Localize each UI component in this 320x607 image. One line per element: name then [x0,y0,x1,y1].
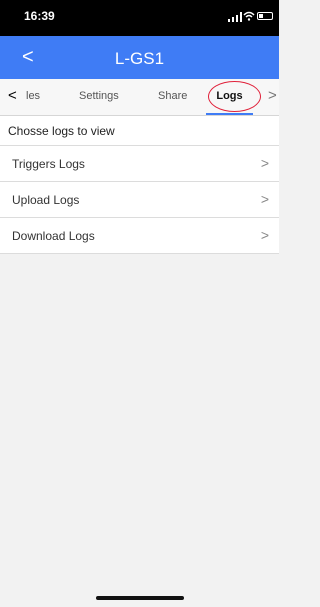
tab-active-indicator [206,113,253,115]
list-item-download-logs[interactable]: Download Logs > [0,218,279,254]
section-header: Chosse logs to view [0,116,279,146]
list-item-label: Triggers Logs [12,157,85,171]
page-title: L-GS1 [114,49,165,68]
chevron-right-icon: > [260,155,269,171]
nav-bar: < L-GS1 [0,36,279,79]
status-time: 16:39 [24,9,55,23]
status-bar: 16:39 [0,0,279,36]
home-indicator[interactable] [96,596,184,600]
tabs-scroll-left-icon[interactable]: < [8,87,17,104]
list-item-label: Download Logs [12,229,95,243]
list-item-triggers-logs[interactable]: Triggers Logs > [0,146,279,182]
signal-icon [228,12,242,22]
list-item-label: Upload Logs [12,193,80,207]
section-header-label: Chosse logs to view [8,124,115,138]
tab-truncated[interactable]: les [26,90,40,102]
wifi-icon [243,11,255,21]
list-item-upload-logs[interactable]: Upload Logs > [0,182,279,218]
tab-settings[interactable]: Settings [79,90,119,102]
battery-icon [257,12,273,20]
chevron-right-icon: > [260,227,269,243]
tabs-scroll-right-icon[interactable]: > [268,87,277,104]
chevron-right-icon: > [260,191,269,207]
annotation-circle [208,81,261,112]
tab-share[interactable]: Share [158,90,187,102]
